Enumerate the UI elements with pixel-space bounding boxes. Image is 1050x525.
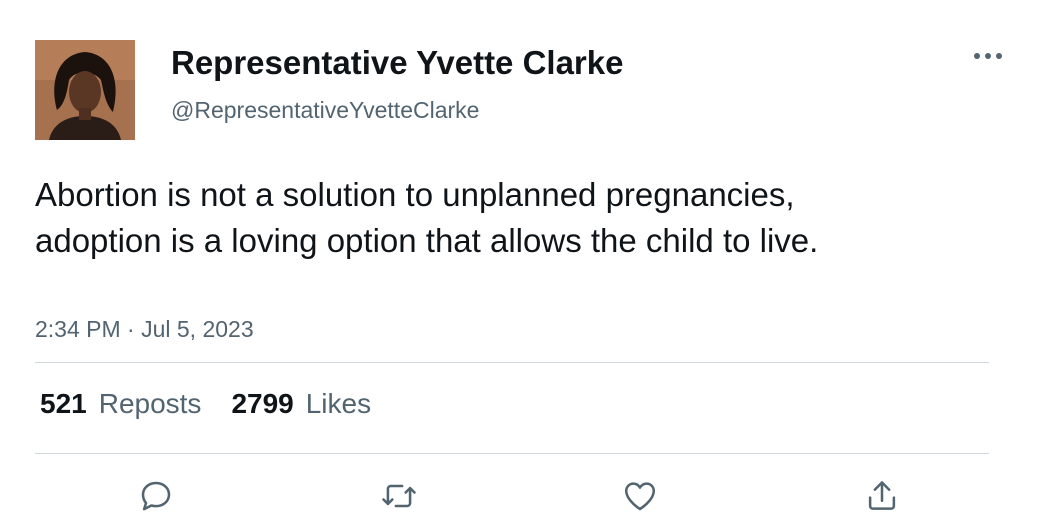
tweet-text: Abortion is not a solution to unplanned …: [35, 176, 819, 259]
reposts-stat[interactable]: 521 Reposts: [40, 388, 201, 420]
divider: [35, 453, 989, 454]
repost-button[interactable]: [377, 474, 421, 518]
author-handle[interactable]: @RepresentativeYvetteClarke: [171, 97, 479, 124]
likes-count: 2799: [231, 388, 294, 419]
avatar[interactable]: [35, 40, 135, 140]
tweet-timestamp[interactable]: 2:34 PM · Jul 5, 2023: [35, 316, 254, 343]
share-button[interactable]: [860, 474, 904, 518]
tweet-card: Representative Yvette Clarke @Representa…: [0, 0, 1050, 525]
repost-icon: [382, 484, 416, 508]
likes-stat[interactable]: 2799 Likes: [231, 388, 371, 420]
reposts-count: 521: [40, 388, 87, 419]
likes-label: Likes: [305, 388, 372, 419]
profile-photo-icon: [35, 40, 135, 140]
engagement-stats: 521 Reposts 2799 Likes: [40, 386, 371, 422]
share-icon: [868, 481, 896, 510]
reply-button[interactable]: [134, 474, 178, 518]
divider: [35, 362, 989, 363]
like-button[interactable]: [618, 474, 662, 518]
author-display-name[interactable]: Representative Yvette Clarke: [171, 44, 623, 82]
more-dots-icon: [974, 53, 1002, 59]
like-icon: [624, 482, 656, 511]
reply-icon: [141, 481, 171, 511]
more-options-button[interactable]: [968, 44, 1008, 68]
reposts-label: Reposts: [98, 388, 202, 419]
